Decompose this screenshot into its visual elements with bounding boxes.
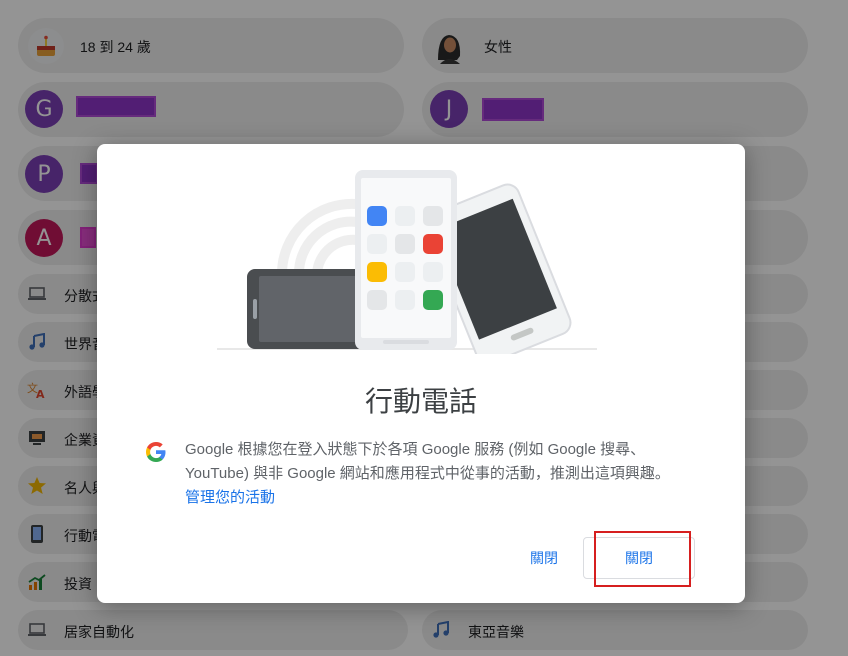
turn-off-button[interactable]: 關閉 <box>515 538 573 578</box>
dialog-description: Google 根據您在登入狀態下於各項 Google 服務 (例如 Google… <box>185 438 685 510</box>
dialog-title: 行動電話 <box>364 386 477 417</box>
description-text: Google 根據您在登入狀態下於各項 Google 服務 (例如 Google… <box>185 441 670 482</box>
mobile-phones-illustration <box>217 170 597 354</box>
manage-activity-link[interactable]: 管理您的活動 <box>185 489 275 506</box>
google-g-icon <box>145 441 167 463</box>
highlight-box <box>594 531 691 587</box>
